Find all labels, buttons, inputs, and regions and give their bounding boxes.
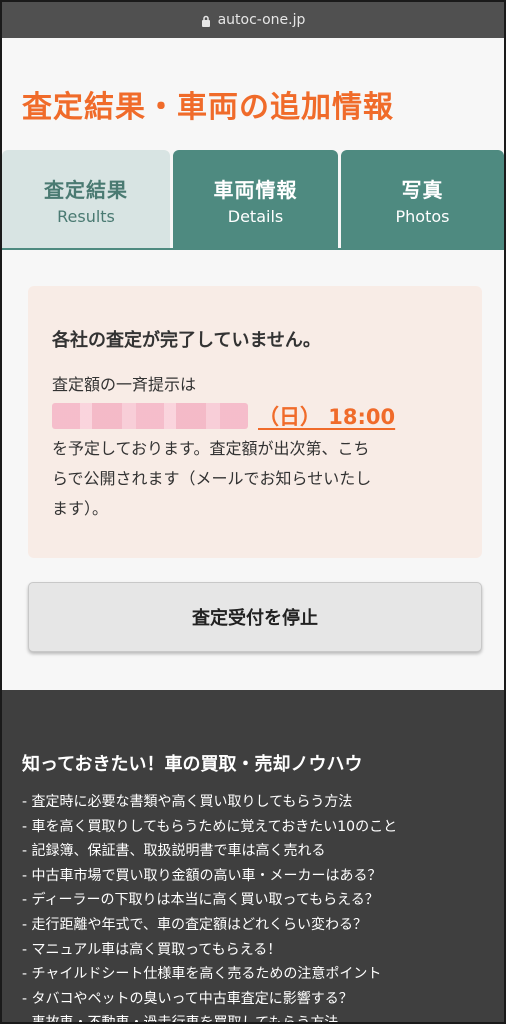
footer-link-list: - 査定時に必要な書類や高く買い取りしてもらう方法 - 車を高く買取りしてもらう…: [22, 790, 504, 1022]
tab-details[interactable]: 車両情報 Details: [173, 150, 338, 250]
footer-link[interactable]: - 記録簿、保証書、取扱説明書で車は高く売れる: [22, 839, 504, 864]
footer-link[interactable]: - マニュアル車は高く買取ってもらえる！: [22, 938, 504, 963]
notice-line-2: を予定しております。査定額が出次第、こち: [52, 439, 370, 458]
footer-link[interactable]: - 走行距離や年式で、車の査定額はどれくらい変わる？: [22, 913, 504, 938]
tab-details-sublabel: Details: [227, 207, 284, 226]
browser-url-bar[interactable]: autoc-one.jp: [2, 2, 504, 38]
footer-link[interactable]: - ディーラーの下取りは本当に高く買い取ってもらえる？: [22, 888, 504, 913]
tab-bar: 査定結果 Results 車両情報 Details 写真 Photos: [2, 150, 504, 250]
tab-results[interactable]: 査定結果 Results: [2, 150, 170, 250]
footer-link[interactable]: - 中古車市場で買い取り金額の高い車・メーカーはある？: [22, 864, 504, 889]
screen: autoc-one.jp 査定結果・車両の追加情報 査定結果 Results 車…: [0, 0, 506, 1024]
notice-date-row: （日） 18:00: [52, 400, 458, 432]
tab-photos[interactable]: 写真 Photos: [341, 150, 504, 250]
tab-results-label: 査定結果: [44, 178, 128, 202]
tab-photos-label: 写真: [401, 178, 444, 202]
footer-link[interactable]: - 査定時に必要な書類や高く買い取りしてもらう方法: [22, 790, 504, 815]
notice-line-3: らで公開されます（メールでお知らせいたし: [52, 469, 372, 488]
page-title: 査定結果・車両の追加情報: [22, 90, 394, 125]
url-text: autoc-one.jp: [217, 12, 306, 28]
footer-title: 知っておきたい！車の買取・売却ノウハウ: [22, 754, 363, 775]
tab-photos-sublabel: Photos: [395, 207, 450, 226]
redacted-date: [52, 403, 248, 429]
notice-heading: 各社の査定が完了していません。: [52, 330, 321, 351]
stop-assessment-button[interactable]: 査定受付を停止: [28, 582, 482, 652]
assessment-notice: 各社の査定が完了していません。 査定額の一斉提示は （日） 18:00 を予定し…: [28, 286, 482, 558]
lock-icon: [201, 15, 210, 27]
notice-line-4: ます）。: [52, 499, 109, 518]
footer-knowhow: 知っておきたい！車の買取・売却ノウハウ - 査定時に必要な書類や高く買い取りして…: [2, 690, 504, 1022]
footer-link[interactable]: - 車を高く買取りしてもらうために覚えておきたい10のこと: [22, 815, 504, 840]
tab-results-sublabel: Results: [57, 207, 115, 226]
footer-link[interactable]: - タバコやペットの臭いって中古車査定に影響する？: [22, 987, 504, 1012]
notice-line-1: 査定額の一斉提示は: [52, 375, 197, 394]
notice-date-time: （日） 18:00: [258, 405, 396, 429]
footer-link[interactable]: - チャイルドシート仕様車を高く売るための注意ポイント: [22, 962, 504, 987]
footer-link[interactable]: - 事故車・不動車・過走行車を買取してもらう方法: [22, 1011, 504, 1022]
tab-details-label: 車両情報: [213, 178, 298, 202]
tab-underline: [2, 248, 504, 250]
